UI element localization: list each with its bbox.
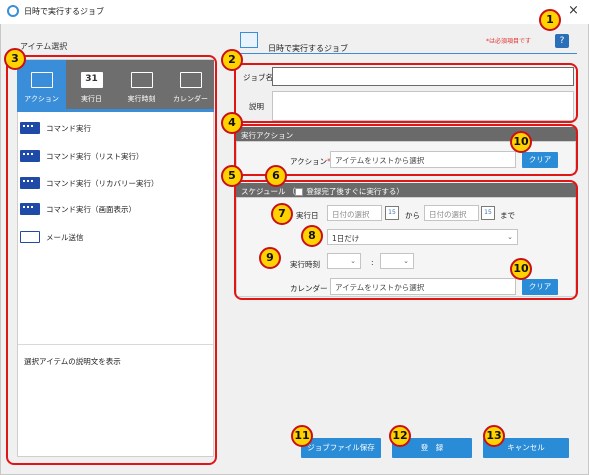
callout-box-job-info bbox=[234, 63, 578, 123]
item-select-heading: アイテム選択 bbox=[20, 42, 68, 51]
callout-badge: 1 bbox=[539, 9, 561, 31]
save-job-file-button[interactable]: ジョブファイル保存 bbox=[301, 438, 381, 458]
callout-badge: 13 bbox=[483, 425, 505, 447]
callout-badge: 9 bbox=[259, 247, 281, 269]
required-note: *は必須項目です bbox=[486, 38, 532, 45]
callout-badge: 5 bbox=[221, 165, 243, 187]
help-button[interactable]: ? bbox=[555, 34, 569, 48]
close-icon[interactable]: × bbox=[568, 3, 579, 18]
callout-badge: 10 bbox=[510, 131, 532, 153]
callout-badge: 8 bbox=[301, 225, 323, 247]
callout-box-item-panel bbox=[6, 55, 217, 465]
callout-badge: 12 bbox=[389, 425, 411, 447]
callout-badge: 6 bbox=[265, 165, 287, 187]
callout-badge: 7 bbox=[271, 203, 293, 225]
callout-badge: 11 bbox=[291, 425, 313, 447]
callout-box-schedule bbox=[234, 180, 578, 300]
callout-badge: 4 bbox=[221, 112, 243, 134]
callout-badge: 10 bbox=[510, 258, 532, 280]
callout-badge: 3 bbox=[4, 48, 26, 70]
title-underline bbox=[232, 53, 577, 54]
window-title: 日時で実行するジョブ bbox=[24, 7, 104, 16]
callout-badge: 2 bbox=[221, 49, 243, 71]
scheduled-job-icon bbox=[240, 32, 258, 48]
app-logo-icon bbox=[7, 5, 19, 17]
